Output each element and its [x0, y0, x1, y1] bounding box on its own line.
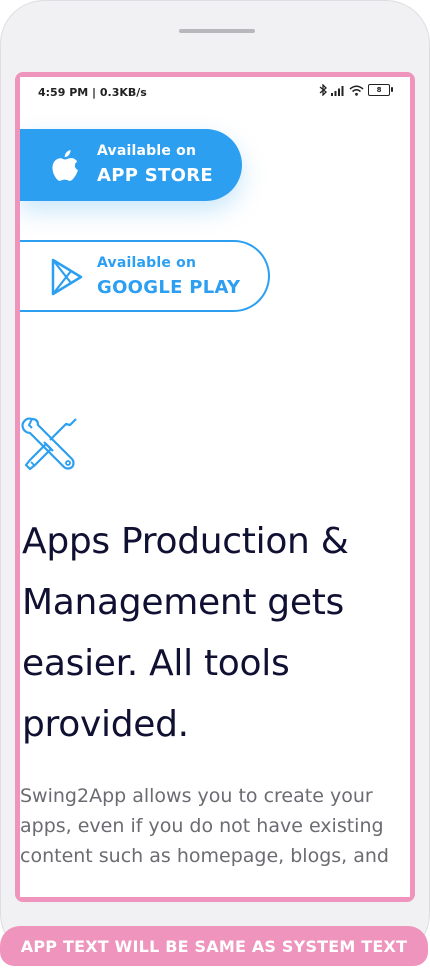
google-play-big-label: GOOGLE PLAY [97, 277, 241, 298]
apple-icon [50, 149, 80, 187]
feature-description: Swing2App allows you to create your apps… [20, 781, 410, 871]
description-line: apps, even if you do not have existing [20, 815, 384, 837]
google-play-button[interactable]: Available on GOOGLE PLAY [20, 240, 270, 312]
play-icon [50, 258, 84, 300]
google-play-small-label: Available on [97, 255, 197, 271]
description-line: content such as homepage, blogs, and [20, 845, 389, 867]
app-store-big-label: APP STORE [97, 165, 213, 186]
description-line: Swing2App allows you to create your [20, 785, 373, 807]
app-store-small-label: Available on [97, 143, 197, 159]
status-bar: 4:59 PM | 0.3KB/s 8 [20, 77, 410, 109]
app-store-button[interactable]: Available on APP STORE [20, 129, 242, 201]
phone-speaker [179, 29, 255, 33]
system-text-banner: APP TEXT WILL BE SAME AS SYSTEM TEXT [0, 926, 428, 966]
headline-line: Apps Production & [22, 521, 349, 562]
status-time: 4:59 PM | 0.3KB/s [38, 86, 147, 99]
headline-line: provided. [22, 704, 189, 745]
headline-line: easier. All tools [22, 643, 290, 684]
banner-text: APP TEXT WILL BE SAME AS SYSTEM TEXT [20, 936, 408, 956]
signal-icon [331, 85, 345, 96]
tools-icon [20, 415, 80, 479]
headline-line: Management gets [22, 582, 344, 623]
battery-icon: 8 [368, 84, 393, 96]
feature-headline: Apps Production & Management gets easier… [22, 511, 410, 755]
app-screen: 4:59 PM | 0.3KB/s 8 Available on APP STO… [20, 77, 410, 897]
bluetooth-icon [319, 84, 327, 96]
wifi-icon [349, 85, 364, 96]
status-icons: 8 [319, 84, 393, 96]
